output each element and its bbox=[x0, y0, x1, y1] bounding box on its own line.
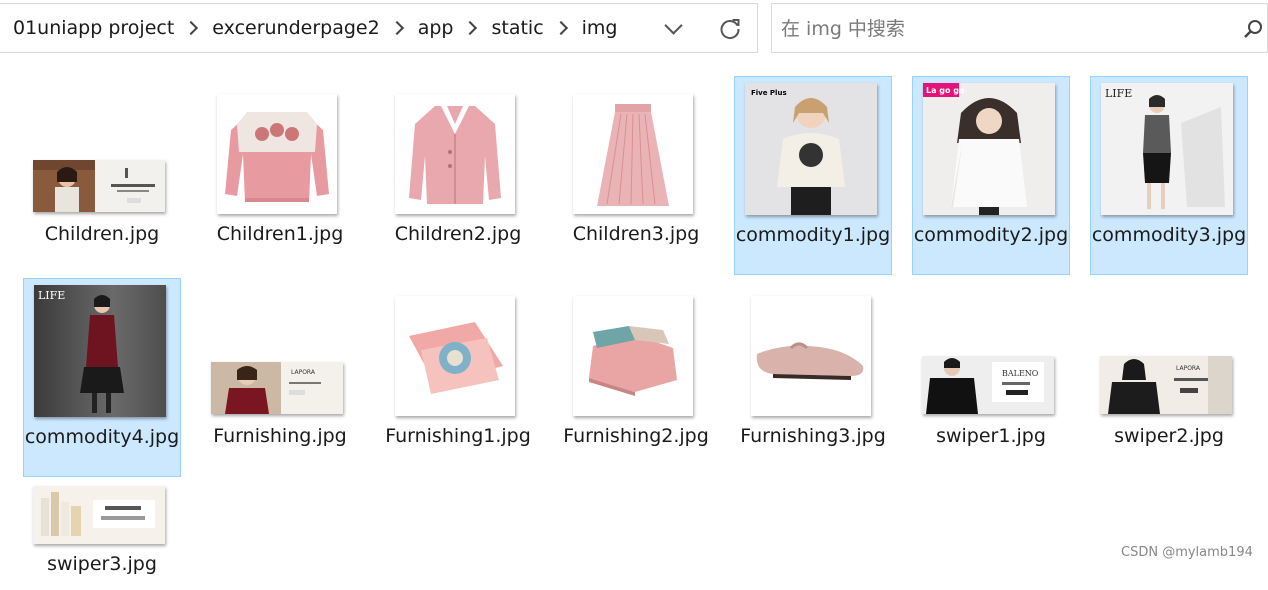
file-name: swiper2.jpg bbox=[1114, 425, 1224, 447]
brand-text: Five Plus bbox=[751, 89, 787, 97]
file-thumbnail: LAPORA bbox=[1100, 356, 1232, 414]
brand-text: La go go bbox=[926, 86, 965, 95]
watermark: CSDN @mylamb194 bbox=[1121, 545, 1253, 560]
file-thumbnail bbox=[395, 94, 515, 214]
file-item-commodity2[interactable]: La go go commodity2.jpg bbox=[912, 76, 1070, 275]
brand-text: LIFE bbox=[1105, 87, 1132, 100]
file-thumbnail bbox=[33, 160, 165, 212]
address-history-dropdown-button[interactable] bbox=[661, 16, 689, 42]
brand-text: LAPORA bbox=[1176, 365, 1201, 372]
file-name: commodity1.jpg bbox=[735, 224, 891, 246]
file-thumbnail: BALENO bbox=[922, 356, 1054, 414]
file-thumbnail bbox=[395, 296, 515, 416]
file-thumbnail bbox=[33, 486, 165, 544]
brand-text: BALENO bbox=[1002, 369, 1039, 378]
file-thumbnail: LIFE bbox=[34, 285, 166, 417]
brand-text: LAPORA bbox=[291, 369, 316, 376]
search-input[interactable] bbox=[781, 16, 1211, 42]
breadcrumb-item[interactable]: 01uniapp project bbox=[13, 17, 174, 39]
file-item-swiper3[interactable]: swiper3.jpg bbox=[23, 480, 181, 590]
breadcrumb-item[interactable]: static bbox=[491, 17, 543, 39]
file-name: swiper1.jpg bbox=[936, 425, 1046, 447]
file-item-commodity1[interactable]: Five Plus commodity1.jpg bbox=[734, 76, 892, 275]
file-name: Furnishing1.jpg bbox=[385, 425, 531, 447]
file-name: Furnishing.jpg bbox=[213, 425, 347, 447]
breadcrumb-item[interactable]: excerunderpage2 bbox=[212, 17, 379, 39]
file-name: Children2.jpg bbox=[394, 223, 522, 245]
file-thumbnail bbox=[573, 296, 693, 416]
file-item-children3[interactable]: Children3.jpg bbox=[557, 76, 715, 276]
file-name: commodity3.jpg bbox=[1091, 224, 1247, 246]
file-thumbnail bbox=[751, 296, 871, 416]
file-item-commodity4[interactable]: LIFE commodity4.jpg bbox=[23, 278, 181, 477]
file-item-children[interactable]: Children.jpg bbox=[23, 76, 181, 276]
file-thumbnail: LAPORA bbox=[211, 362, 343, 414]
breadcrumb-chevron-icon[interactable] bbox=[553, 20, 568, 36]
file-item-furnishing[interactable]: LAPORA Furnishing.jpg bbox=[201, 278, 359, 478]
file-name: Children.jpg bbox=[44, 223, 160, 245]
file-item-children2[interactable]: Children2.jpg bbox=[379, 76, 537, 276]
file-item-swiper2[interactable]: LAPORA swiper2.jpg bbox=[1090, 278, 1248, 478]
refresh-icon bbox=[720, 19, 740, 40]
search-icon[interactable] bbox=[1242, 18, 1264, 40]
explorer-toolbar: 01uniapp project excerunderpage2 app sta… bbox=[0, 0, 1268, 57]
file-item-furnishing3[interactable]: Furnishing3.jpg bbox=[734, 278, 892, 478]
file-thumbnail: Five Plus bbox=[745, 83, 877, 215]
breadcrumb-item[interactable]: app bbox=[418, 17, 454, 39]
breadcrumb-chevron-icon[interactable] bbox=[463, 20, 478, 36]
file-item-furnishing1[interactable]: Furnishing1.jpg bbox=[379, 278, 537, 478]
file-thumbnail: LIFE bbox=[1101, 83, 1233, 215]
file-name: swiper3.jpg bbox=[47, 553, 157, 575]
file-name: Furnishing3.jpg bbox=[740, 425, 886, 447]
file-thumbnail: La go go bbox=[923, 83, 1055, 215]
breadcrumb: 01uniapp project excerunderpage2 app sta… bbox=[13, 4, 618, 52]
breadcrumb-chevron-icon[interactable] bbox=[184, 20, 199, 36]
file-list: Children.jpg Children1.jpg Children2.jpg bbox=[0, 57, 1268, 575]
breadcrumb-chevron-icon[interactable] bbox=[389, 20, 404, 36]
file-thumbnail bbox=[217, 94, 337, 214]
file-thumbnail bbox=[573, 94, 693, 214]
refresh-button[interactable] bbox=[715, 14, 745, 44]
file-name: Children1.jpg bbox=[216, 223, 344, 245]
chevron-down-icon bbox=[664, 16, 683, 35]
file-name: Children3.jpg bbox=[572, 223, 700, 245]
brand-text: LIFE bbox=[38, 289, 65, 302]
file-item-children1[interactable]: Children1.jpg bbox=[201, 76, 359, 276]
search-box[interactable] bbox=[771, 3, 1268, 53]
file-item-commodity3[interactable]: LIFE commodity3.jpg bbox=[1090, 76, 1248, 275]
file-name: Furnishing2.jpg bbox=[563, 425, 709, 447]
address-bar[interactable]: 01uniapp project excerunderpage2 app sta… bbox=[0, 3, 758, 53]
file-name: commodity2.jpg bbox=[913, 224, 1069, 246]
breadcrumb-item[interactable]: img bbox=[582, 17, 618, 39]
file-name: commodity4.jpg bbox=[24, 426, 180, 448]
file-item-swiper1[interactable]: BALENO swiper1.jpg bbox=[912, 278, 1070, 478]
file-item-furnishing2[interactable]: Furnishing2.jpg bbox=[557, 278, 715, 478]
